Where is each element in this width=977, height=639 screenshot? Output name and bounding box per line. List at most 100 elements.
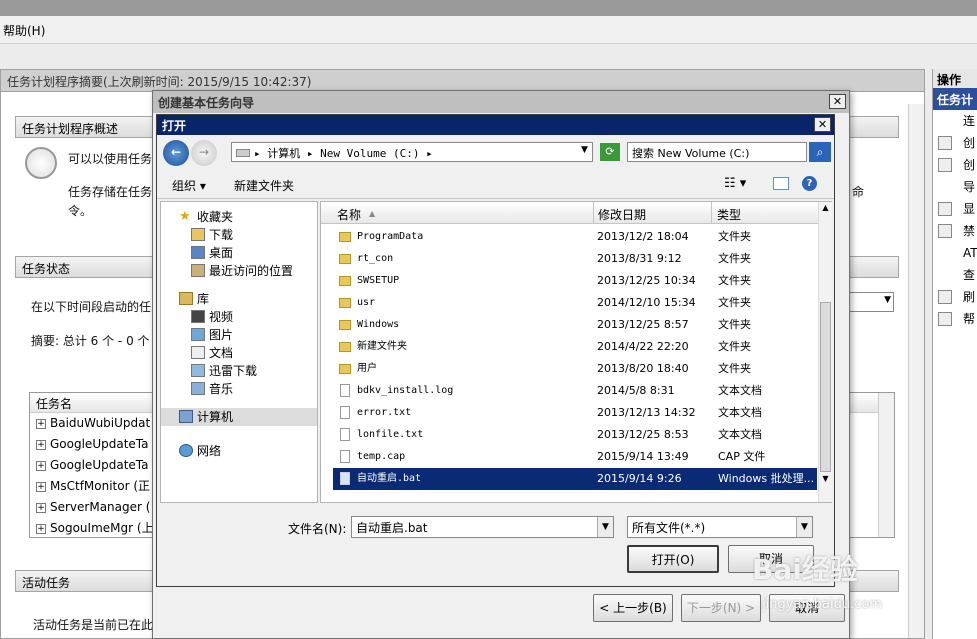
file-row[interactable]: temp.cap 2015/9/14 13:49 CAP 文件 [333, 446, 817, 468]
search-input[interactable]: 搜索 New Volume (C:) [627, 142, 807, 162]
organize-button[interactable]: 组织 ▾ [172, 177, 206, 194]
nav-library[interactable]: 库 [161, 290, 317, 308]
summary-scrollbar[interactable] [908, 104, 924, 638]
file-list-scrollbar[interactable]: ▲ ▼ [818, 202, 832, 502]
nav-library-item[interactable]: 音乐 [161, 380, 317, 398]
library-item-icon [191, 310, 205, 323]
status-range-select[interactable]: ▼ [849, 292, 894, 312]
file-row[interactable]: 自动重启.bat 2015/9/14 9:26 Windows 批处理... [333, 468, 817, 490]
library-icon [179, 292, 193, 305]
file-row[interactable]: 新建文件夹 2014/4/22 22:20 文件夹 [333, 336, 817, 358]
action-item[interactable]: 帮 [933, 308, 977, 330]
new-folder-button[interactable]: 新建文件夹 [234, 177, 294, 194]
action-item[interactable]: 禁 [933, 220, 977, 242]
file-date: 2013/8/20 18:40 [597, 362, 689, 375]
column-date[interactable]: 修改日期 [598, 206, 646, 223]
file-type: CAP 文件 [718, 450, 766, 463]
actions-subheader[interactable]: 任务计 [933, 88, 977, 110]
arrow-right-icon: → [198, 145, 210, 159]
address-bar[interactable]: ▸ 计算机 ▸ New Volume (C:) ▸ [231, 142, 593, 162]
view-options-icon[interactable]: ☷ ▾ [724, 176, 746, 191]
file-row[interactable]: SWSETUP 2013/12/25 10:34 文件夹 [333, 270, 817, 292]
help-icon[interactable]: ? [802, 176, 817, 191]
library-item-icon [191, 382, 205, 395]
file-row[interactable]: lonfile.txt 2013/12/25 8:53 文本文档 [333, 424, 817, 446]
computer-icon [179, 410, 193, 423]
refresh-button[interactable]: ⟳ [600, 143, 620, 161]
expand-icon[interactable]: + [36, 439, 46, 450]
action-item[interactable]: 导 [933, 176, 977, 198]
file-row[interactable]: bdkv_install.log 2014/5/8 8:31 文本文档 [333, 380, 817, 402]
preview-pane-icon[interactable] [773, 177, 789, 190]
folder-icon [339, 298, 351, 308]
file-name: ProgramData [357, 231, 424, 242]
column-type[interactable]: 类型 [717, 206, 741, 223]
action-item[interactable]: 查 [933, 264, 977, 286]
scroll-up-icon[interactable]: ▲ [820, 203, 831, 215]
forward-nav-button[interactable]: → [191, 140, 217, 166]
filename-input[interactable]: 自动重启.bat ▼ [351, 516, 614, 538]
file-row[interactable]: rt_con 2013/8/31 9:12 文件夹 [333, 248, 817, 270]
file-row[interactable]: error.txt 2013/12/13 14:32 文本文档 [333, 402, 817, 424]
file-row[interactable]: 用户 2013/8/20 18:40 文件夹 [333, 358, 817, 380]
expand-icon[interactable]: + [36, 481, 46, 492]
wizard-back-button[interactable]: < 上一步(B) [593, 594, 673, 622]
file-type-filter[interactable]: 所有文件(*.*) ▼ [627, 516, 813, 538]
action-item[interactable]: 连 [933, 110, 977, 132]
nav-library-item[interactable]: 视频 [161, 308, 317, 326]
file-name: 新建文件夹 [357, 341, 407, 352]
nav-favorite-item[interactable]: 下载 [161, 226, 317, 244]
file-icon [340, 406, 350, 419]
column-name[interactable]: 名称 [337, 206, 361, 223]
dialog-close-button[interactable]: ✕ [814, 117, 831, 132]
file-row[interactable]: ProgramData 2013/12/2 18:04 文件夹 [333, 226, 817, 248]
nav-network[interactable]: 网络 [161, 442, 317, 460]
nav-library-item[interactable]: 图片 [161, 326, 317, 344]
file-row[interactable]: usr 2014/12/10 15:34 文件夹 [333, 292, 817, 314]
file-date: 2015/9/14 13:49 [597, 450, 689, 463]
action-item[interactable]: 刷 [933, 286, 977, 308]
nav-favorites[interactable]: ★ 收藏夹 [161, 208, 317, 226]
search-button[interactable]: ⌕ [809, 142, 831, 162]
scroll-down-icon[interactable]: ▼ [820, 474, 831, 486]
close-icon: ✕ [832, 95, 843, 108]
nav-favorite-item[interactable]: 最近访问的位置 [161, 262, 317, 280]
nav-library-item[interactable]: 文档 [161, 344, 317, 362]
open-button[interactable]: 打开(O) [627, 545, 719, 573]
folder-icon [339, 342, 351, 352]
nav-library-item[interactable]: 迅雷下载 [161, 362, 317, 380]
file-row[interactable]: Windows 2013/12/25 8:57 文件夹 [333, 314, 817, 336]
back-nav-button[interactable]: ← [163, 140, 189, 166]
status-line1: 在以下时间段启动的任 [31, 300, 152, 314]
file-name: lonfile.txt [357, 429, 424, 440]
menu-help[interactable]: 帮助(H) [3, 22, 45, 39]
scroll-thumb[interactable] [820, 302, 831, 472]
overview-line3: 令。 [68, 204, 93, 218]
library-item-icon [191, 346, 205, 359]
chevron-down-icon[interactable]: ▼ [581, 145, 588, 155]
expand-icon[interactable]: + [36, 523, 46, 534]
overview-line1: 可以以使用任务计 [68, 152, 165, 166]
file-date: 2015/9/14 9:26 [597, 472, 682, 485]
refresh-icon [938, 290, 952, 304]
wizard-next-button[interactable]: 下一步(N) > [681, 594, 761, 622]
file-type: 文件夹 [718, 230, 751, 243]
chevron-down-icon[interactable]: ▼ [597, 517, 613, 537]
file-type: 文件夹 [718, 252, 751, 265]
action-item[interactable]: 显 [933, 198, 977, 220]
nav-computer[interactable]: 计算机 [161, 408, 317, 426]
chevron-down-icon[interactable]: ▼ [796, 517, 812, 537]
expand-icon[interactable]: + [36, 460, 46, 471]
overview-line-right: 命 [852, 185, 865, 199]
display-icon [938, 202, 952, 216]
wizard-close-button[interactable]: ✕ [829, 94, 846, 109]
action-item[interactable]: 创 [933, 132, 977, 154]
expand-icon[interactable]: + [36, 418, 46, 429]
action-item[interactable]: AT [933, 242, 977, 264]
nav-favorite-item[interactable]: 桌面 [161, 244, 317, 262]
expand-icon[interactable]: + [36, 502, 46, 513]
active-line1: 活动任务是当前已在此 [33, 618, 154, 632]
task-list-scrollbar[interactable] [878, 393, 894, 537]
action-item[interactable]: 创 [933, 154, 977, 176]
folder-icon [339, 320, 351, 330]
